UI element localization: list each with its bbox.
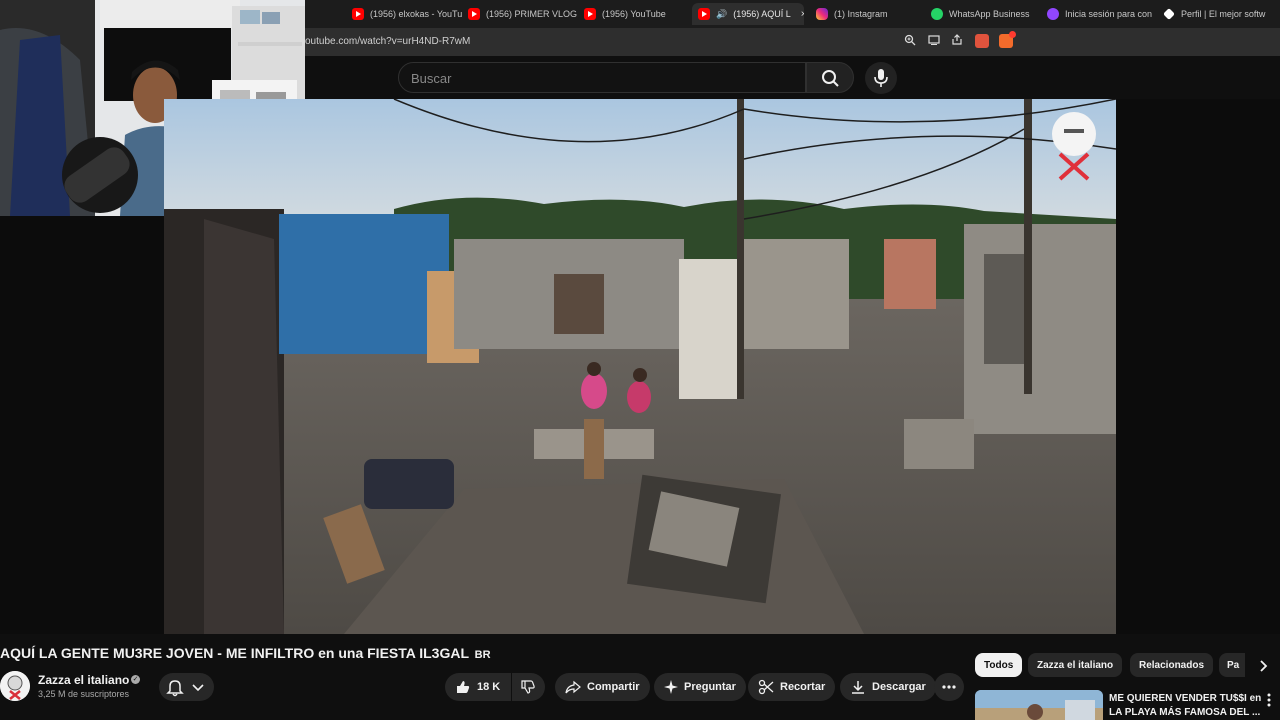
title-suffix: BR bbox=[474, 649, 491, 661]
share-label: Compartir bbox=[587, 681, 640, 693]
youtube-icon bbox=[468, 8, 480, 20]
chips-next-button[interactable] bbox=[1255, 658, 1271, 674]
bell-icon bbox=[166, 680, 204, 697]
tab-label: (1956) elxokas - YouTu bbox=[370, 9, 462, 19]
close-tab-icon[interactable]: × bbox=[801, 9, 804, 20]
tab-label: (1956) YouTube bbox=[602, 9, 666, 19]
browser-tab[interactable]: (1956) YouTube bbox=[584, 3, 694, 25]
subscriber-count: 3,25 M de suscriptores bbox=[38, 689, 130, 699]
browser-tab[interactable]: (1) Instagram bbox=[816, 3, 926, 25]
tab-label: (1) Instagram bbox=[834, 9, 888, 19]
download-icon bbox=[852, 681, 864, 694]
browser-tab[interactable]: (1956) PRIMER VLOG bbox=[468, 3, 578, 25]
tab-label: Inicia sesión para con bbox=[1065, 9, 1153, 19]
browser-tab[interactable]: WhatsApp Business bbox=[931, 3, 1041, 25]
url-text[interactable]: outube.com/watch?v=urH4ND-R7wM bbox=[305, 36, 470, 47]
chip-channel[interactable]: Zazza el italiano bbox=[1028, 653, 1123, 677]
zoom-icon[interactable] bbox=[902, 34, 918, 50]
ask-button[interactable]: Preguntar bbox=[654, 673, 746, 701]
youtube-header: Buscar bbox=[305, 56, 1280, 99]
clip-label: Recortar bbox=[780, 681, 826, 693]
thumbs-down-icon bbox=[521, 680, 535, 694]
clip-button[interactable]: Recortar bbox=[748, 673, 836, 701]
speaker-icon: 🔊 bbox=[716, 8, 728, 19]
sparkle-icon bbox=[664, 680, 678, 694]
thumbs-up-icon bbox=[457, 681, 470, 693]
video-player[interactable] bbox=[164, 99, 1116, 634]
download-button[interactable]: Descargar bbox=[840, 673, 936, 701]
more-horizontal-icon bbox=[942, 685, 956, 689]
player-side-left bbox=[0, 216, 164, 634]
profile-icon bbox=[1163, 8, 1175, 20]
video-title: AQUÍ LA GENTE MU3RE JOVEN - ME INFILTRO … bbox=[0, 645, 491, 661]
chip-related[interactable]: Relacionados bbox=[1130, 653, 1214, 677]
download-label: Descargar bbox=[872, 681, 926, 693]
video-title-text: AQUÍ LA GENTE MU3RE JOVEN - ME INFILTRO … bbox=[0, 645, 469, 661]
tab-label: WhatsApp Business bbox=[949, 9, 1030, 19]
browser-tab-bar: (1956) elxokas - YouTu (1956) PRIMER VLO… bbox=[305, 0, 1280, 28]
like-button[interactable]: 18 K bbox=[445, 673, 511, 701]
video-frame bbox=[164, 99, 1116, 634]
browser-tab-active[interactable]: 🔊 (1956) AQUÍ L × bbox=[692, 3, 804, 25]
recommended-title[interactable]: ME QUIEREN VENDER TU$$I en LA PLAYA MÁS … bbox=[1109, 692, 1264, 720]
avatar-image bbox=[0, 671, 30, 701]
tab-label: Perfil | El mejor softw bbox=[1181, 9, 1266, 19]
address-bar: outube.com/watch?v=urH4ND-R7wM bbox=[305, 28, 1280, 56]
chip-partial[interactable]: Pa bbox=[1219, 653, 1245, 677]
browser-tab[interactable]: Inicia sesión para con bbox=[1047, 3, 1157, 25]
channel-avatar[interactable] bbox=[0, 671, 30, 701]
verified-icon: ✓ bbox=[131, 675, 140, 684]
whatsapp-icon bbox=[931, 8, 943, 20]
search-button[interactable] bbox=[806, 62, 854, 93]
chevron-right-icon bbox=[1260, 660, 1268, 672]
browser-tab[interactable]: Perfil | El mejor softw bbox=[1163, 3, 1273, 25]
share-icon bbox=[565, 680, 581, 694]
share-button[interactable]: Compartir bbox=[555, 673, 650, 701]
player-side-right bbox=[1116, 99, 1280, 634]
recommended-more-icon[interactable] bbox=[1266, 692, 1272, 711]
ask-label: Preguntar bbox=[684, 681, 736, 693]
notifications-button[interactable] bbox=[159, 673, 214, 701]
dislike-button[interactable] bbox=[512, 673, 545, 701]
recommended-thumbnail-image bbox=[975, 690, 1103, 720]
rewards-icon[interactable] bbox=[999, 31, 1016, 48]
chip-all[interactable]: Todos bbox=[975, 653, 1023, 677]
channel-name[interactable]: Zazza el italiano bbox=[38, 673, 129, 687]
tab-label: (1956) AQUÍ L bbox=[733, 9, 791, 19]
browser-tab[interactable]: (1956) elxokas - YouTu bbox=[352, 3, 462, 25]
cast-icon[interactable] bbox=[926, 34, 942, 50]
youtube-icon bbox=[584, 8, 596, 20]
instagram-icon bbox=[816, 8, 828, 20]
voice-search-button[interactable] bbox=[865, 62, 897, 94]
youtube-icon bbox=[698, 8, 710, 20]
share-page-icon[interactable] bbox=[949, 34, 965, 50]
search-input[interactable]: Buscar bbox=[398, 62, 806, 93]
like-count: 18 K bbox=[477, 681, 501, 693]
search-icon bbox=[822, 70, 839, 87]
brave-shield-icon[interactable] bbox=[975, 34, 989, 48]
recommended-thumbnail[interactable] bbox=[975, 690, 1103, 720]
twitch-icon bbox=[1047, 8, 1059, 20]
tab-label: (1956) PRIMER VLOG bbox=[486, 9, 578, 19]
more-actions-button[interactable] bbox=[934, 673, 964, 701]
microphone-icon bbox=[874, 69, 888, 87]
youtube-icon bbox=[352, 8, 364, 20]
scissors-icon bbox=[758, 679, 774, 695]
